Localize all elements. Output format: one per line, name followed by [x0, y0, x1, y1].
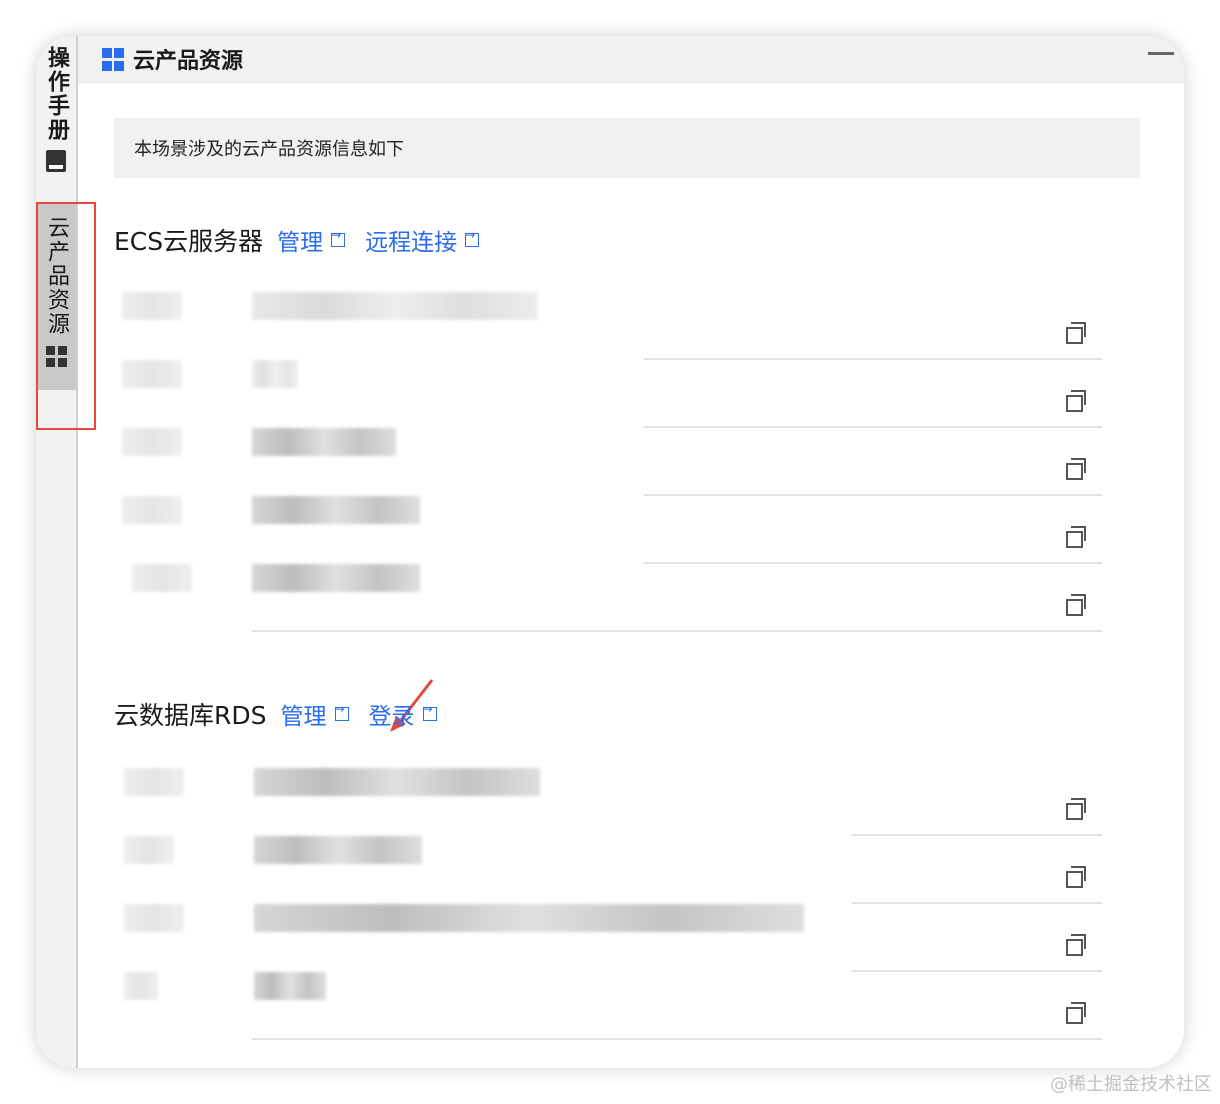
watermark: @稀土掘金技术社区	[1050, 1074, 1212, 1095]
info-bar: 本场景涉及的云产品资源信息如下	[114, 118, 1140, 178]
ecs-row	[114, 292, 1122, 360]
redacted-label	[124, 836, 174, 864]
redacted-label	[122, 428, 182, 456]
row-divider	[252, 630, 1102, 632]
minimize-icon[interactable]	[1148, 52, 1174, 55]
copy-icon[interactable]	[1066, 526, 1086, 548]
ecs-remote-connect-label: 远程连接	[365, 230, 458, 256]
ecs-remote-connect-link[interactable]: 远程连接	[365, 223, 480, 257]
copy-icon[interactable]	[1066, 798, 1086, 820]
external-link-icon	[331, 228, 346, 247]
redacted-label	[122, 496, 182, 524]
row-divider	[252, 1038, 1102, 1040]
redacted-value	[254, 836, 422, 864]
rds-row	[114, 904, 1122, 972]
grid-icon	[102, 47, 124, 71]
side-tab-rail: 操作手册 云产品资源	[36, 36, 78, 1068]
rds-manage-link[interactable]: 管理	[281, 697, 349, 731]
rds-login-label: 登录	[368, 704, 415, 730]
ecs-row	[114, 428, 1122, 496]
rds-manage-label: 管理	[280, 704, 327, 730]
copy-icon[interactable]	[1066, 390, 1086, 412]
redacted-label	[132, 564, 192, 592]
external-link-icon	[465, 228, 480, 247]
copy-icon[interactable]	[1066, 866, 1086, 888]
redacted-label	[122, 360, 182, 388]
redacted-label	[124, 972, 158, 1000]
ecs-manage-link[interactable]: 管理	[277, 223, 346, 257]
copy-icon[interactable]	[1066, 1002, 1086, 1024]
redacted-label	[122, 292, 182, 320]
rds-section-title: 云数据库RDS	[114, 701, 267, 730]
redacted-value	[252, 496, 420, 524]
redacted-value	[252, 564, 420, 592]
book-icon	[46, 150, 66, 172]
tab-cloud-resources[interactable]: 云产品资源	[36, 204, 76, 390]
ecs-section-header: ECS云服务器 管理 远程连接	[114, 222, 499, 258]
grid-icon	[45, 346, 67, 367]
ecs-section-title: ECS云服务器	[114, 227, 264, 256]
rds-section-header: 云数据库RDS 管理 登录	[114, 696, 457, 732]
redacted-value	[252, 428, 396, 456]
rds-login-link[interactable]: 登录	[369, 697, 437, 731]
tab-manual-label: 操作手册	[44, 46, 69, 142]
redacted-label	[124, 904, 184, 932]
redacted-value	[254, 904, 804, 932]
redacted-value	[252, 292, 538, 320]
copy-icon[interactable]	[1066, 594, 1086, 616]
ecs-row	[114, 564, 1122, 632]
panel-header: 云产品资源	[78, 36, 1184, 83]
redacted-value	[254, 972, 326, 1000]
redacted-label	[124, 768, 184, 796]
panel-title: 云产品资源	[133, 49, 244, 74]
ecs-row	[114, 360, 1122, 428]
resource-panel: 操作手册 云产品资源 云产品资源 本场景涉及的云产品资源信息如下 ECS云服务器…	[36, 36, 1184, 1068]
rds-row	[114, 768, 1122, 836]
external-link-icon	[422, 702, 437, 721]
external-link-icon	[334, 702, 349, 721]
copy-icon[interactable]	[1066, 322, 1086, 344]
panel-content: 本场景涉及的云产品资源信息如下 ECS云服务器 管理 远程连接	[78, 82, 1184, 1068]
copy-icon[interactable]	[1066, 458, 1086, 480]
ecs-manage-label: 管理	[277, 230, 324, 256]
rds-row	[114, 972, 1122, 1040]
info-text: 本场景涉及的云产品资源信息如下	[134, 139, 404, 160]
tab-manual[interactable]: 操作手册	[36, 42, 76, 192]
copy-icon[interactable]	[1066, 934, 1086, 956]
rds-row	[114, 836, 1122, 904]
tab-cloud-resources-label: 云产品资源	[44, 216, 69, 336]
ecs-row	[114, 496, 1122, 564]
redacted-value	[254, 768, 540, 796]
redacted-value	[252, 360, 298, 388]
